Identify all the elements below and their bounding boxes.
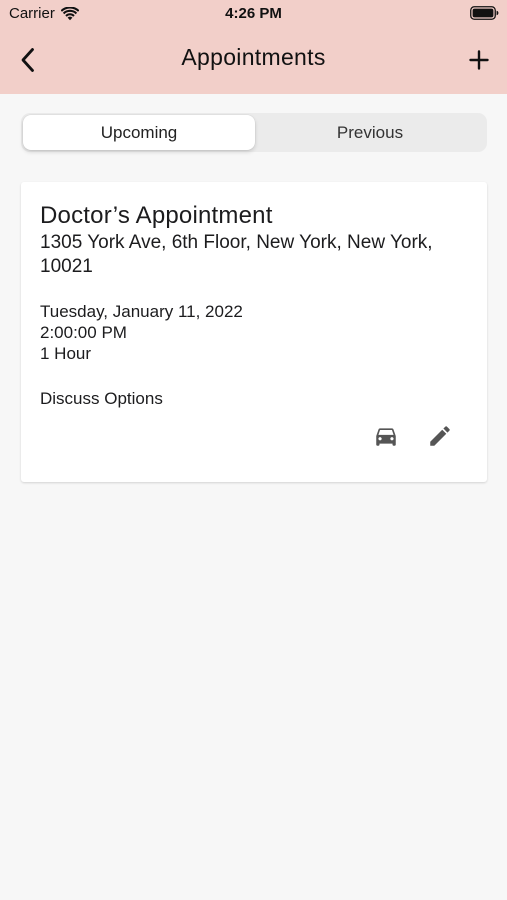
appointment-duration: 1 Hour	[40, 344, 92, 363]
appointment-date: Tuesday, January 11, 2022	[40, 302, 243, 321]
status-bar: Carrier 4:26 PM	[0, 0, 507, 28]
appointment-notes: Discuss Options	[40, 389, 163, 408]
appointment-address: 1305 York Ave, 6th Floor, New York, New …	[40, 232, 433, 277]
battery-icon	[470, 6, 499, 20]
appointment-filter-segmented-control: Upcoming Previous	[21, 113, 487, 152]
header-area: Carrier 4:26 PM Appointments	[0, 0, 507, 94]
navigation-bar: Appointments	[0, 28, 507, 94]
edit-appointment-button[interactable]	[427, 423, 453, 449]
segment-upcoming[interactable]: Upcoming	[23, 115, 255, 150]
car-icon	[376, 428, 396, 446]
page-title: Appointments	[181, 44, 326, 70]
appointment-title: Doctor’s Appointment	[40, 202, 273, 229]
appointment-time: 2:00:00 PM	[40, 323, 127, 342]
segment-previous[interactable]: Previous	[255, 115, 485, 150]
add-appointment-button[interactable]	[461, 42, 497, 78]
appointment-card[interactable]: Doctor’s Appointment 1305 York Ave, 6th …	[21, 182, 487, 482]
directions-button[interactable]	[373, 423, 399, 449]
plus-icon	[469, 50, 489, 70]
status-time: 4:26 PM	[225, 5, 282, 22]
pencil-icon	[430, 426, 450, 446]
